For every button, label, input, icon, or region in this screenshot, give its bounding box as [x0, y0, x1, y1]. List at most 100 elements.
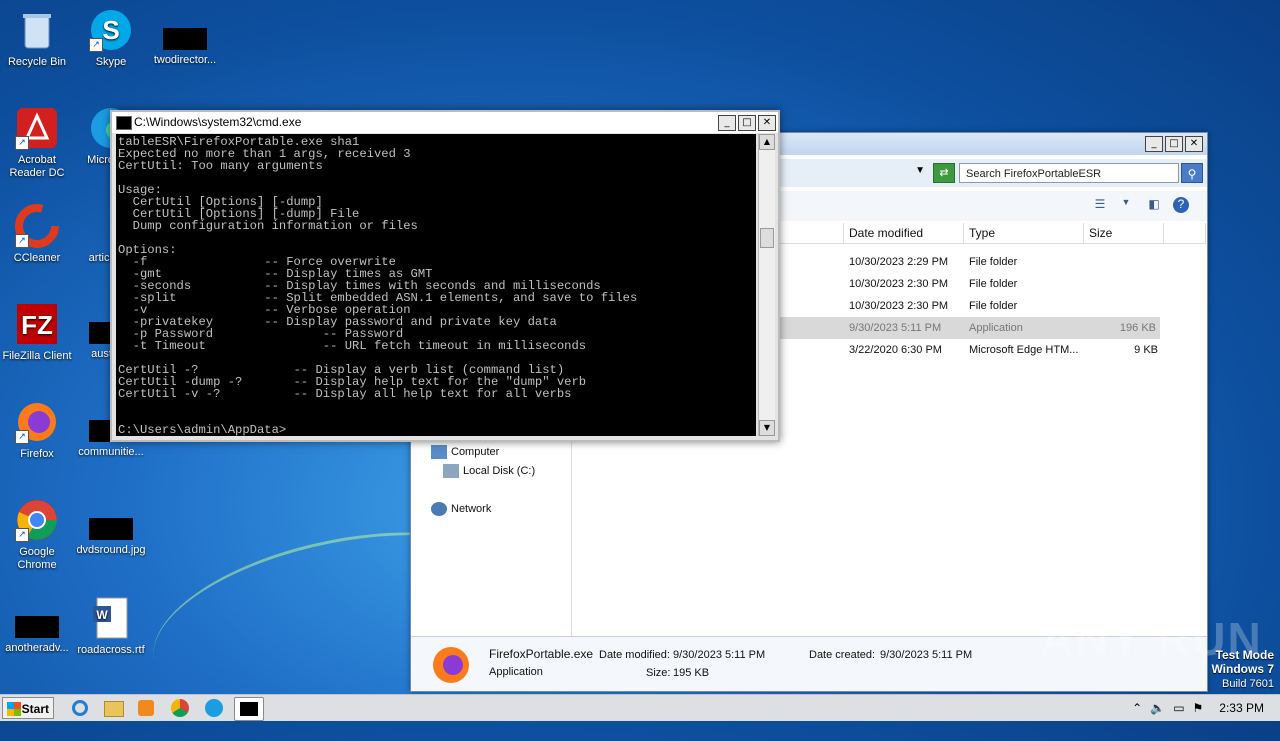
- details-created-label: Date created:: [809, 649, 876, 661]
- details-modified-value: 9/30/2023 5:11 PM: [673, 649, 766, 661]
- details-file-kind: Application: [489, 666, 543, 678]
- os-name: Windows 7: [1211, 662, 1274, 676]
- desktop-icon-acrobat[interactable]: ↗ Acrobat Reader DC: [0, 106, 74, 180]
- search-icon: ⚲: [1187, 167, 1197, 181]
- details-file-name: FirefoxPortable.exe: [489, 647, 594, 661]
- computer-icon: [431, 445, 447, 459]
- filezilla-icon: FZ: [15, 302, 59, 346]
- desktop-icon-filezilla[interactable]: FZ FileZilla Client: [0, 302, 74, 363]
- shortcut-arrow-icon: ↗: [15, 430, 29, 444]
- desktop-icon-twodirector[interactable]: twodirector...: [148, 8, 222, 67]
- network-status-icon[interactable]: ▭: [1173, 701, 1184, 715]
- taskbar-cmd[interactable]: [234, 697, 264, 721]
- desktop-icon-skype[interactable]: S ↗ Skype: [74, 8, 148, 69]
- chevron-down-icon[interactable]: ▼: [1117, 197, 1135, 213]
- minimize-button[interactable]: _: [1145, 136, 1163, 152]
- scroll-down-icon[interactable]: ▼: [759, 420, 775, 436]
- cmd-icon: [116, 116, 132, 130]
- edge-icon: [205, 699, 223, 717]
- column-header-type[interactable]: Type: [964, 223, 1084, 244]
- taskbar-media-player[interactable]: [132, 697, 160, 719]
- desktop-icon-anotheradv[interactable]: anotheradv...: [0, 596, 74, 655]
- help-icon[interactable]: ?: [1173, 197, 1189, 213]
- nav-item-network[interactable]: Network: [431, 502, 491, 516]
- cmd-icon: [240, 702, 258, 716]
- desktop-icon-recycle-bin[interactable]: Recycle Bin: [0, 8, 74, 69]
- details-created-value: 9/30/2023 5:11 PM: [880, 649, 973, 661]
- close-button[interactable]: ✕: [1185, 136, 1203, 152]
- show-hidden-icons-icon[interactable]: ⌃: [1132, 701, 1142, 715]
- details-modified-label: Date modified:: [599, 649, 670, 661]
- column-header-date-modified[interactable]: Date modified: [844, 223, 964, 244]
- shortcut-arrow-icon: ↗: [15, 136, 29, 150]
- acrobat-icon: ↗: [15, 106, 59, 150]
- cmd-title-bar[interactable]: C:\Windows\system32\cmd.exe _ □ ✕: [112, 112, 778, 133]
- nav-item-computer[interactable]: Computer: [431, 445, 499, 459]
- chrome-icon: ↗: [15, 498, 59, 542]
- column-header-size[interactable]: Size: [1084, 223, 1164, 244]
- taskbar-ie[interactable]: [66, 697, 94, 719]
- desktop-icon-roadacross[interactable]: W roadacross.rtf: [74, 596, 148, 657]
- chevron-down-icon: ▼: [915, 165, 925, 176]
- search-button[interactable]: ⚲: [1181, 163, 1203, 183]
- file-thumbnail-icon: [89, 518, 133, 540]
- scroll-thumb[interactable]: [760, 228, 774, 248]
- system-tray: ⌃ 🔈 ▭ ⚑ 2:33 PM: [1132, 695, 1280, 721]
- search-input[interactable]: Search FirefoxPortableESR: [959, 163, 1179, 183]
- scroll-up-icon[interactable]: ▲: [759, 134, 775, 150]
- recycle-bin-icon: [15, 8, 59, 52]
- cmd-window[interactable]: C:\Windows\system32\cmd.exe _ □ ✕ tableE…: [110, 110, 780, 442]
- svg-text:W: W: [96, 608, 108, 622]
- clock[interactable]: 2:33 PM: [1219, 701, 1264, 715]
- details-size-value: 195 KB: [673, 667, 710, 679]
- word-document-icon: W: [89, 596, 133, 640]
- desktop-icon-dvdsround[interactable]: dvdsround.jpg: [74, 498, 148, 557]
- desktop-icon-chrome[interactable]: ↗ Google Chrome: [0, 498, 74, 572]
- file-thumbnail-icon: [163, 28, 207, 50]
- desktop-icon-firefox[interactable]: ↗ Firefox: [0, 400, 74, 461]
- address-dropdown[interactable]: ▼: [779, 163, 929, 183]
- os-test-mode: Test Mode: [1215, 648, 1274, 662]
- maximize-button[interactable]: □: [738, 115, 756, 131]
- taskbar-edge[interactable]: [200, 697, 228, 719]
- shortcut-arrow-icon: ↗: [15, 234, 29, 248]
- taskbar: Start ⌃ 🔈 ▭ ⚑ 2:33 PM: [0, 694, 1280, 721]
- chrome-icon: [171, 699, 189, 717]
- windows-logo-icon: [7, 702, 21, 716]
- file-thumbnail-icon: [15, 616, 59, 638]
- shortcut-arrow-icon: ↗: [89, 38, 103, 52]
- svg-text:S: S: [102, 15, 119, 45]
- nav-item-local-disk[interactable]: Local Disk (C:): [443, 464, 535, 478]
- ccleaner-icon: ↗: [15, 204, 59, 248]
- refresh-icon: ⇄: [939, 167, 949, 179]
- maximize-button[interactable]: □: [1165, 136, 1183, 152]
- svg-text:FZ: FZ: [21, 310, 53, 340]
- shortcut-arrow-icon: ↗: [15, 528, 29, 542]
- skype-icon: S ↗: [89, 8, 133, 52]
- details-size-label: Size:: [646, 667, 671, 679]
- drive-icon: [443, 464, 459, 478]
- firefox-icon: ↗: [15, 400, 59, 444]
- start-button[interactable]: Start: [2, 697, 54, 719]
- preview-pane-icon[interactable]: ◧: [1145, 197, 1163, 213]
- close-button[interactable]: ✕: [758, 115, 776, 131]
- media-player-icon: [138, 700, 154, 716]
- taskbar-explorer[interactable]: [100, 697, 128, 719]
- cmd-console-output[interactable]: tableESR\FirefoxPortable.exe sha1 Expect…: [116, 134, 756, 436]
- taskbar-chrome[interactable]: [166, 697, 194, 719]
- file-row-selected[interactable]: 9/30/2023 5:11 PM Application 196 KB: [773, 317, 1160, 339]
- refresh-button[interactable]: ⇄: [933, 163, 955, 183]
- cmd-scrollbar[interactable]: ▲ ▼: [758, 134, 775, 436]
- file-row[interactable]: 3/22/2020 6:30 PM Microsoft Edge HTM... …: [845, 339, 1160, 361]
- action-center-flag-icon[interactable]: ⚑: [1193, 701, 1204, 715]
- view-options-icon[interactable]: ☰: [1091, 197, 1109, 213]
- column-header-extra[interactable]: [1164, 223, 1206, 244]
- desktop-icon-ccleaner[interactable]: ↗ CCleaner: [0, 204, 74, 265]
- volume-icon[interactable]: 🔈: [1150, 701, 1165, 715]
- file-row[interactable]: 10/30/2023 2:29 PM File folder: [845, 251, 1160, 273]
- file-row[interactable]: 10/30/2023 2:30 PM File folder: [845, 273, 1160, 295]
- os-build: Build 7601: [1222, 678, 1274, 690]
- minimize-button[interactable]: _: [718, 115, 736, 131]
- file-row[interactable]: 10/30/2023 2:30 PM File folder: [845, 295, 1160, 317]
- column-header-name[interactable]: [776, 223, 844, 244]
